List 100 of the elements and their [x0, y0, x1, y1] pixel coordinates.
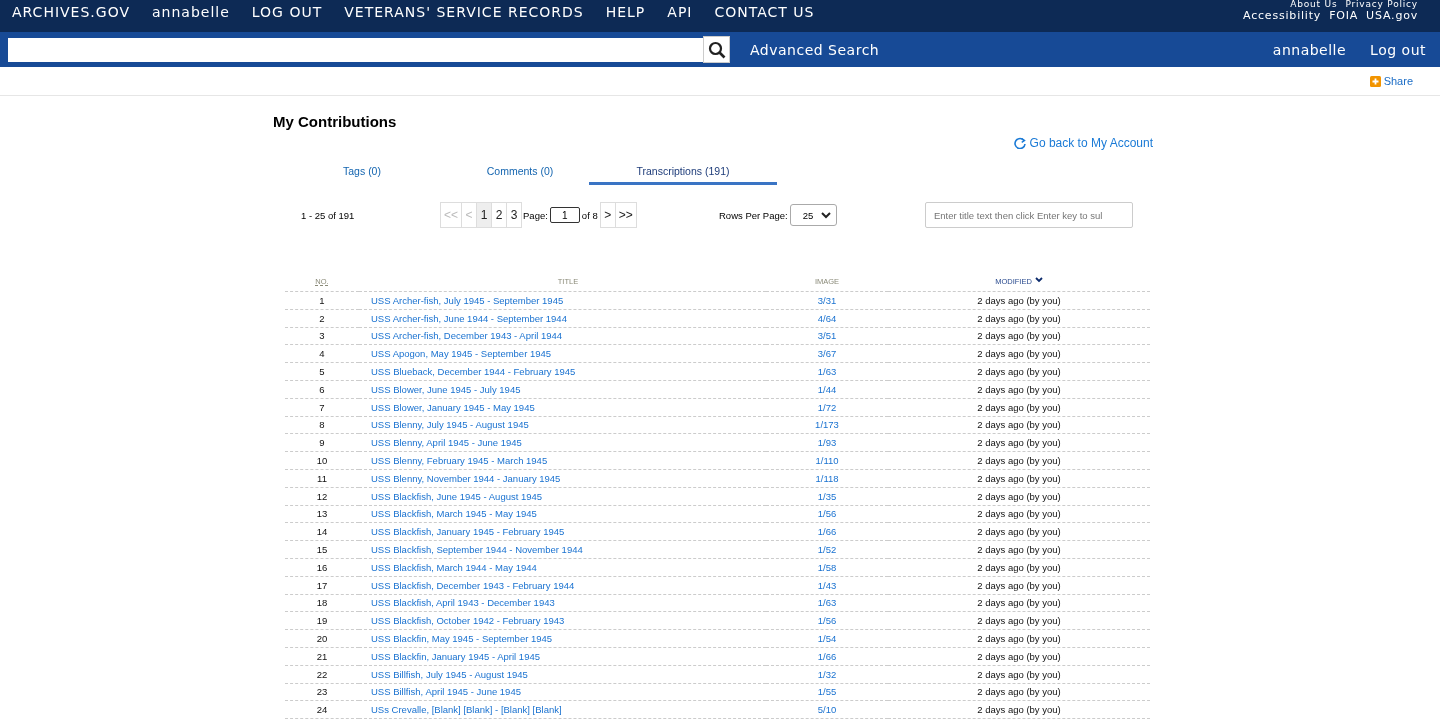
image-link[interactable]: 1/66: [817, 650, 837, 662]
record-title-link[interactable]: USS Archer-fish, July 1945 - September 1945: [371, 294, 564, 306]
page-button[interactable]: >: [599, 202, 616, 228]
row-number: 14: [316, 526, 328, 538]
record-title-link[interactable]: USS Blenny, February 1945 - March 1945: [371, 455, 548, 467]
utility-link[interactable]: USA.gov: [1366, 10, 1418, 22]
row-number: 2: [319, 312, 325, 324]
nav-link[interactable]: ARCHIVES.GOV: [12, 4, 130, 20]
image-link[interactable]: 4/64: [817, 312, 837, 324]
modified-time: 2 days ago (by you): [977, 312, 1061, 324]
modified-time: 2 days ago (by you): [977, 579, 1061, 591]
user-link[interactable]: annabelle: [1272, 41, 1347, 58]
record-title-link[interactable]: USS Archer-fish, June 1944 - September 1944: [371, 312, 567, 324]
title-filter-field[interactable]: Enter title text then click Enter key to sul: [925, 202, 1133, 228]
plus-icon: [1369, 75, 1381, 87]
image-link[interactable]: 3/67: [817, 348, 837, 360]
page-button[interactable]: 3: [506, 202, 522, 228]
back-link[interactable]: Go back to My Account: [1013, 136, 1153, 150]
record-title-link[interactable]: USS Blackfish, January 1945 - February 1945: [371, 526, 565, 538]
tab[interactable]: Tags (0): [273, 161, 451, 185]
utility-link[interactable]: Accessibility: [1243, 10, 1322, 22]
nav-link[interactable]: HELP: [605, 4, 646, 20]
record-title-link[interactable]: USS Blackfish, June 1945 - August 1945: [371, 490, 543, 502]
image-link[interactable]: 1/35: [817, 490, 837, 502]
search-field[interactable]: [8, 37, 703, 62]
share-link[interactable]: Share: [1369, 75, 1413, 87]
rows-per-page-select[interactable]: 25: [789, 204, 838, 226]
row-number: 13: [316, 508, 328, 520]
image-link[interactable]: 1/44: [817, 383, 837, 395]
record-title-link[interactable]: USS Blower, January 1945 - May 1945: [371, 401, 535, 413]
tab[interactable]: Comments (0): [451, 161, 589, 185]
nav-link[interactable]: VETERANS' SERVICE RECORDS: [344, 4, 584, 20]
record-title-link[interactable]: USS Blenny, November 1944 - January 1945: [371, 472, 561, 484]
image-link[interactable]: 1/63: [817, 597, 837, 609]
record-title-link[interactable]: USS Archer-fish, December 1943 - April 1944: [371, 330, 563, 342]
page-button[interactable]: 2: [491, 202, 507, 228]
record-title-link[interactable]: USS Blower, June 1945 - July 1945: [371, 383, 521, 395]
record-title-link[interactable]: USS Blenny, April 1945 - June 1945: [371, 437, 522, 449]
modified-time: 2 days ago (by you): [977, 597, 1061, 609]
image-link[interactable]: 1/72: [817, 401, 837, 413]
nav-link[interactable]: CONTACT US: [714, 4, 815, 20]
record-title-link[interactable]: USS Blackfish, April 1943 - December 1943: [371, 597, 555, 609]
row-number: 1: [319, 294, 325, 306]
page-number-field[interactable]: 1: [549, 207, 580, 223]
utility-link[interactable]: About Us: [1290, 0, 1338, 10]
image-link[interactable]: 1/54: [817, 633, 837, 645]
row-number: 7: [319, 401, 325, 413]
row-number: 6: [319, 383, 325, 395]
record-title-link[interactable]: USS Blueback, December 1944 - February 1945: [371, 366, 576, 378]
image-link[interactable]: 1/118: [815, 472, 839, 484]
modified-time: 2 days ago (by you): [977, 294, 1061, 306]
tab[interactable]: Transcriptions (191): [589, 161, 777, 185]
record-title-link[interactable]: USS Billfish, July 1945 - August 1945: [371, 668, 528, 680]
utility-link[interactable]: FOIA: [1329, 10, 1359, 22]
modified-time: 2 days ago (by you): [977, 650, 1061, 662]
row-number: 12: [316, 490, 328, 502]
record-title-link[interactable]: USS Blackfish, September 1944 - November 1944: [371, 544, 583, 556]
modified-time: 2 days ago (by you): [977, 526, 1061, 538]
record-title-link[interactable]: USS Apogon, May 1945 - September 1945: [371, 348, 552, 360]
record-title-link[interactable]: USS Blackfish, December 1943 - February 1944: [371, 579, 575, 591]
modified-time: 2 days ago (by you): [977, 615, 1061, 627]
image-link[interactable]: 5/10: [817, 704, 837, 716]
image-link[interactable]: 1/66: [817, 526, 837, 538]
record-title-link[interactable]: USS Billfish, April 1945 - June 1945: [371, 686, 521, 698]
row-number: 20: [316, 633, 328, 645]
nav-link[interactable]: annabelle: [152, 4, 230, 20]
record-title-link[interactable]: USS Blackfish, March 1945 - May 1945: [371, 508, 537, 520]
row-number: 21: [316, 650, 328, 662]
record-title-link[interactable]: USS Blackfish, March 1944 - May 1944: [371, 561, 537, 573]
row-number: 8: [319, 419, 325, 431]
image-link[interactable]: 3/31: [817, 294, 837, 306]
image-link[interactable]: 1/56: [817, 615, 837, 627]
advanced-search-link[interactable]: Advanced Search: [750, 41, 880, 58]
nav-link[interactable]: LOG OUT: [251, 4, 323, 20]
row-number: 15: [316, 544, 328, 556]
row-number: 4: [319, 348, 325, 360]
image-link[interactable]: 1/173: [815, 419, 839, 431]
logout-link[interactable]: Log out: [1370, 41, 1426, 58]
image-link[interactable]: 1/32: [817, 668, 837, 680]
record-title-link[interactable]: USs Crevalle, [Blank] [Blank] - [Blank] [Blank]: [371, 704, 562, 716]
search-button[interactable]: [703, 36, 730, 63]
page-button[interactable]: 1: [476, 202, 492, 228]
image-link[interactable]: 1/58: [817, 561, 837, 573]
record-title-link[interactable]: USS Blackfin, January 1945 - April 1945: [371, 650, 540, 662]
page-button[interactable]: >>: [614, 202, 637, 228]
record-title-link[interactable]: USS Blenny, July 1945 - August 1945: [371, 419, 529, 431]
modified-time: 2 days ago (by you): [977, 508, 1061, 520]
nav-link[interactable]: API: [667, 4, 693, 20]
image-link[interactable]: 1/43: [817, 579, 837, 591]
image-link[interactable]: 1/110: [815, 455, 839, 467]
image-link[interactable]: 1/63: [817, 366, 837, 378]
image-link[interactable]: 1/52: [817, 544, 837, 556]
image-link[interactable]: 3/51: [817, 330, 837, 342]
record-title-link[interactable]: USS Blackfin, May 1945 - September 1945: [371, 633, 553, 645]
utility-link[interactable]: Privacy Policy: [1345, 0, 1418, 10]
image-link[interactable]: 1/56: [817, 508, 837, 520]
image-link[interactable]: 1/55: [817, 686, 837, 698]
record-title-link[interactable]: USS Blackfish, October 1942 - February 1943: [371, 615, 565, 627]
modified-time: 2 days ago (by you): [977, 437, 1061, 449]
image-link[interactable]: 1/93: [817, 437, 837, 449]
